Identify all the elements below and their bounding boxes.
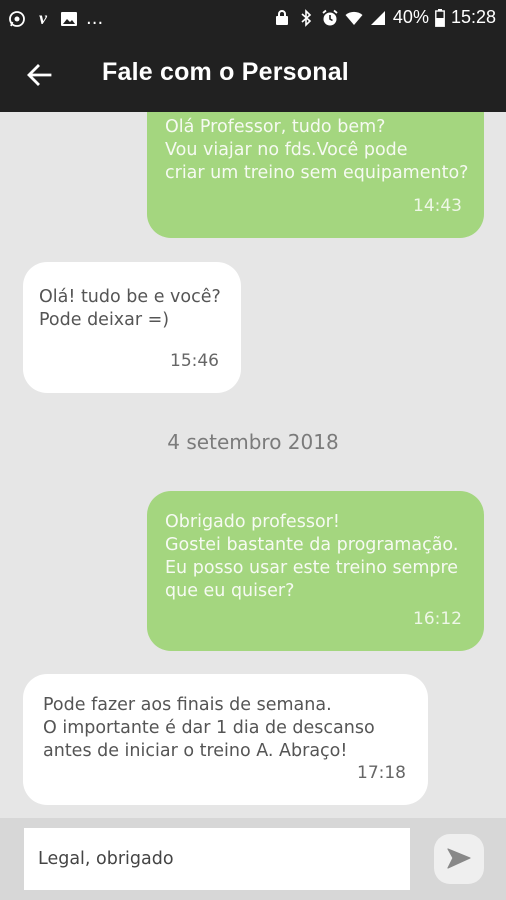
page-title: Fale com o Personal xyxy=(102,58,349,86)
signal-icon xyxy=(369,9,387,27)
arrow-left-icon xyxy=(27,64,52,86)
vimeo-icon: v xyxy=(39,8,47,28)
message-text: Obrigado professor! Gostei bastante da p… xyxy=(165,512,459,601)
status-bar: v ... 40% 15:28 xyxy=(0,0,506,36)
message-bubble-outgoing[interactable]: Obrigado professor! Gostei bastante da p… xyxy=(147,491,484,651)
back-button[interactable] xyxy=(22,58,56,92)
more-notifications: ... xyxy=(86,8,104,29)
message-time: 15:46 xyxy=(170,351,219,371)
wifi-icon xyxy=(345,9,363,27)
message-text: Pode fazer aos finais de semana. O impor… xyxy=(43,695,375,761)
message-time: 14:43 xyxy=(413,196,462,216)
whatsapp-icon xyxy=(8,10,26,28)
message-bubble-outgoing[interactable]: Olá Professor, tudo bem? Vou viajar no f… xyxy=(147,112,484,238)
system-icons: 40% 15:28 xyxy=(273,7,496,28)
message-input[interactable] xyxy=(24,828,410,890)
message-bubble-incoming[interactable]: Pode fazer aos finais de semana. O impor… xyxy=(23,674,428,805)
image-icon xyxy=(60,10,78,28)
bluetooth-icon xyxy=(297,8,315,27)
send-icon xyxy=(447,848,471,869)
notification-icons: v ... xyxy=(8,8,103,29)
battery-icon xyxy=(435,8,445,27)
message-text: Olá! tudo be e você? Pode deixar =) xyxy=(39,287,221,330)
chat-list[interactable]: Olá Professor, tudo bem? Vou viajar no f… xyxy=(0,112,506,818)
app-bar: Fale com o Personal xyxy=(0,36,506,112)
date-separator: 4 setembro 2018 xyxy=(167,430,339,454)
battery-percent: 40% xyxy=(392,7,429,27)
alarm-icon xyxy=(321,9,339,27)
lock-icon xyxy=(273,9,291,27)
message-text: Olá Professor, tudo bem? Vou viajar no f… xyxy=(165,117,469,183)
clock-time: 15:28 xyxy=(450,7,496,27)
message-time: 17:18 xyxy=(357,763,406,783)
message-time: 16:12 xyxy=(413,609,462,629)
send-button[interactable] xyxy=(434,834,484,884)
message-bubble-incoming[interactable]: Olá! tudo be e você? Pode deixar =) 15:4… xyxy=(23,262,241,393)
message-composer xyxy=(0,818,506,900)
